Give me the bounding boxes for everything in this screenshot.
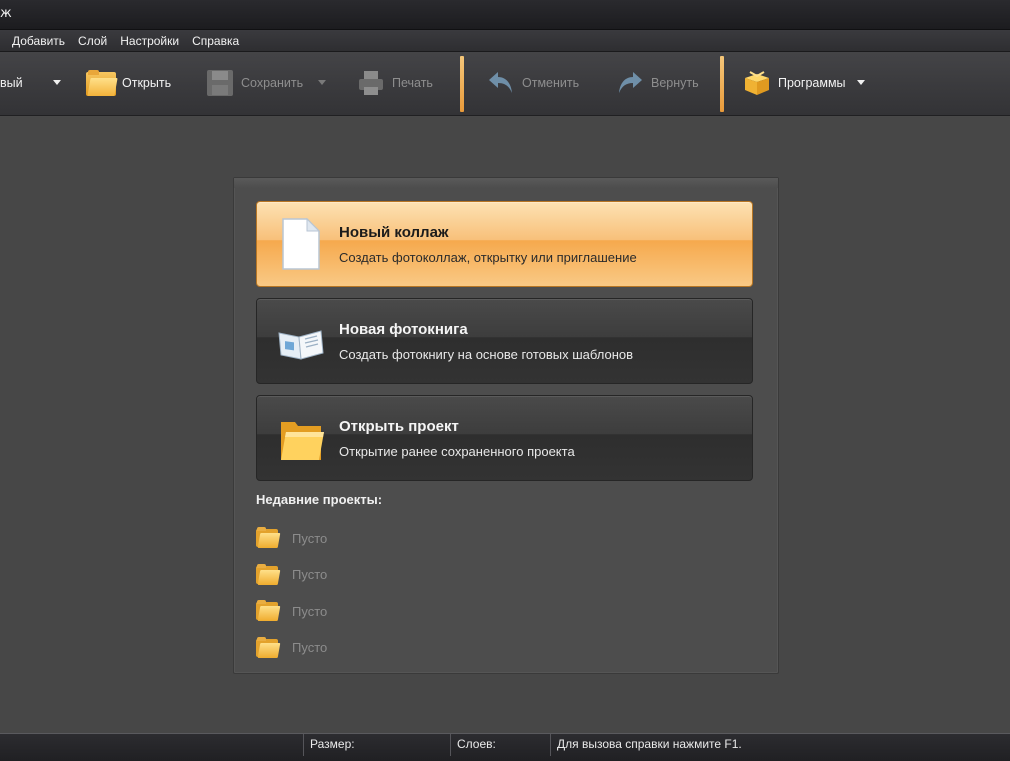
status-bar: Размер: Слоев: Для вызова справки нажмит… [0,733,1010,761]
start-panel: Новый коллаж Создать фотоколлаж, открытк… [233,177,779,674]
gift-box-icon [745,71,769,95]
status-size-label: Размер: [310,737,355,751]
toolbar-separator [720,56,724,112]
status-size: Размер: [303,734,449,756]
folder-icon [256,563,281,586]
toolbar: вый Открыть Сохранить Печать Отменить Ве… [0,52,1010,116]
open-button[interactable]: Открыть [86,52,171,114]
print-button[interactable]: Печать [356,52,433,114]
recent-projects-heading: Недавние проекты: [256,492,383,507]
redo-button-label: Вернуть [651,76,699,90]
card-title: Открыть проект [339,418,459,435]
list-item[interactable]: Пусто [256,520,556,557]
card-subtitle: Создать фотоколлаж, открытку или приглаш… [339,250,637,265]
recent-item-label: Пусто [292,530,328,546]
status-help-text: Для вызова справки нажмите F1. [557,737,742,751]
programs-dropdown-arrow-icon[interactable] [857,80,865,85]
status-layers: Слоев: [450,734,550,756]
card-subtitle: Открытие ранее сохраненного проекта [339,444,575,459]
new-button-label: вый [0,76,23,90]
save-dropdown-arrow-icon[interactable] [318,80,326,85]
printer-icon [359,71,383,95]
blank-page-icon [282,217,321,270]
list-item[interactable]: Пусто [256,557,556,594]
list-item[interactable]: Пусто [256,630,556,667]
menu-layer[interactable]: Слой [78,34,107,48]
undo-button[interactable]: Отменить [486,52,579,114]
floppy-disk-icon [207,70,233,96]
menu-bar: Добавить Слой Настройки Справка [0,30,1010,52]
save-button[interactable]: Сохранить [205,52,303,114]
window-title: ж [0,6,12,21]
new-photobook-card[interactable]: Новая фотокнига Создать фотокнигу на осн… [256,298,753,384]
redo-arrow-icon [619,72,642,93]
open-project-card[interactable]: Открыть проект Открытие ранее сохраненно… [256,395,753,481]
new-collage-card[interactable]: Новый коллаж Создать фотоколлаж, открытк… [256,201,753,287]
card-title: Новый коллаж [339,224,449,241]
new-dropdown-arrow-icon[interactable] [53,80,61,85]
folder-icon [256,636,281,659]
list-item[interactable]: Пусто [256,593,556,630]
menu-settings[interactable]: Настройки [120,34,179,48]
menu-help[interactable]: Справка [192,34,239,48]
recent-item-label: Пусто [292,640,328,656]
undo-arrow-icon [489,72,512,93]
recent-item-label: Пусто [292,603,328,619]
redo-button[interactable]: Вернуть [615,52,699,114]
programs-button-label: Программы [778,76,846,90]
open-book-icon [278,330,324,360]
recent-item-label: Пусто [292,567,328,583]
programs-button[interactable]: Программы [742,52,846,114]
recent-projects-list: Пусто Пусто Пусто Пусто [256,520,556,666]
title-bar: ж [0,0,1010,30]
folder-icon [256,527,281,549]
workspace: Новый коллаж Создать фотоколлаж, открытк… [0,117,1010,733]
new-button[interactable]: вый [0,52,48,114]
status-layers-label: Слоев: [457,737,496,751]
folder-icon [281,422,324,460]
open-button-label: Открыть [122,76,172,90]
folder-icon [256,600,281,622]
undo-button-label: Отменить [522,76,580,90]
folder-icon [86,70,118,96]
card-title: Новая фотокнига [339,321,468,338]
menu-add[interactable]: Добавить [12,34,65,48]
status-help: Для вызова справки нажмите F1. [550,734,1010,756]
save-button-label: Сохранить [241,76,304,90]
toolbar-separator [460,56,464,112]
print-button-label: Печать [392,76,433,90]
card-subtitle: Создать фотокнигу на основе готовых шабл… [339,347,634,362]
